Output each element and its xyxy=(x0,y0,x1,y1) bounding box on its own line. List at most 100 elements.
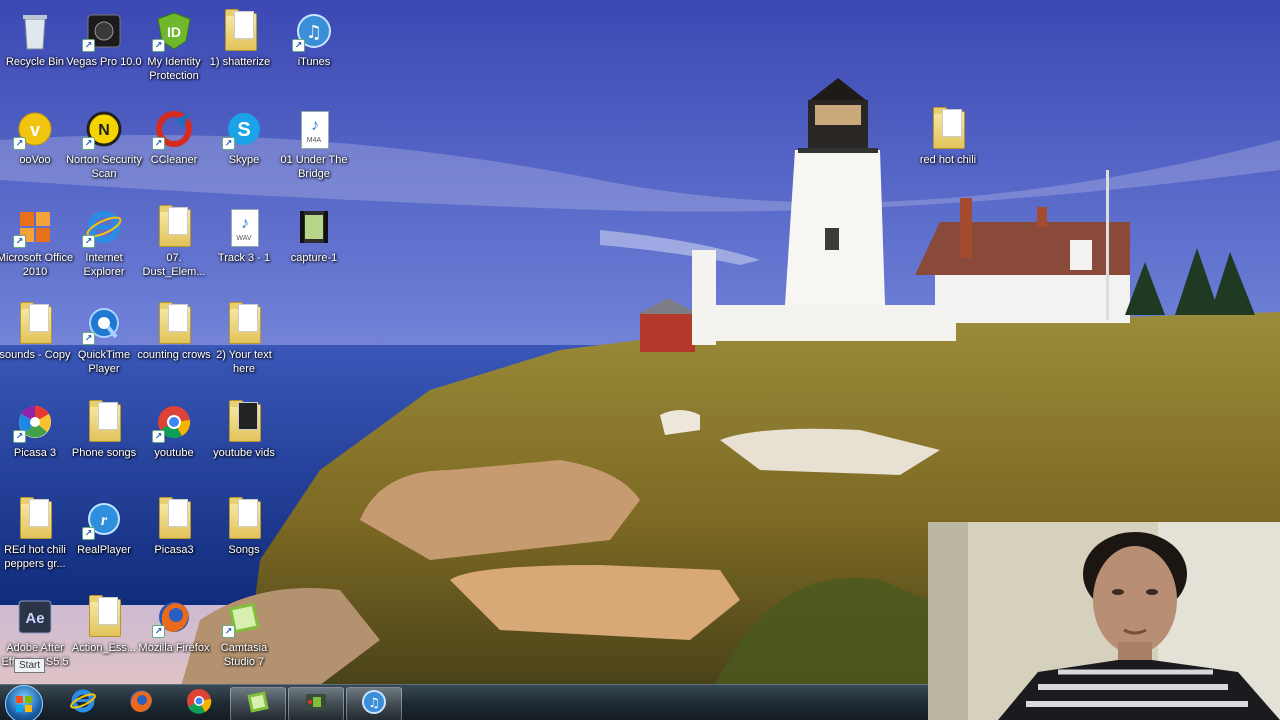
taskbar-itunes-button[interactable]: ♫ xyxy=(346,687,402,720)
desktop-icon-quicktime[interactable]: ↗ QuickTime Player xyxy=(69,298,139,394)
desktop-icon-itunes[interactable]: ♫ ↗ iTunes xyxy=(279,5,349,101)
desktop-icon-label: sounds - Copy xyxy=(0,349,71,361)
desktop-icon-recycle-bin[interactable]: Recycle Bin xyxy=(0,5,70,101)
desktop-icon-red-hot-chili-peppers[interactable]: REd hot chili peppers gr... xyxy=(0,493,70,589)
taskbar-chrome-button[interactable] xyxy=(172,687,226,719)
shortcut-arrow-icon: ↗ xyxy=(152,137,165,150)
desktop-icon-picasa3-app[interactable]: ↗ Picasa 3 xyxy=(0,396,70,492)
desktop-icon-label: Phone songs xyxy=(71,447,137,459)
desktop-icon-label: Songs xyxy=(228,544,260,556)
desktop-icon-label: QuickTime Player xyxy=(77,349,131,375)
desktop-icon-dust-elem[interactable]: 07. Dust_Elem... xyxy=(139,201,209,297)
desktop-icon-label: Skype xyxy=(228,154,260,166)
desktop-icon-label: Picasa 3 xyxy=(13,447,57,459)
desktop-icon-youtube[interactable]: ↗ youtube xyxy=(139,396,209,492)
desktop-icon-label: 07. Dust_Elem... xyxy=(142,252,206,278)
desktop-icon-skype[interactable]: S ↗ Skype xyxy=(209,103,279,199)
taskbar: ♫ xyxy=(0,684,928,720)
folder-icon xyxy=(86,400,122,442)
shortcut-arrow-icon: ↗ xyxy=(152,625,165,638)
taskbar-firefox-button[interactable] xyxy=(114,687,168,719)
desktop-icon-vegas-pro[interactable]: ↗ Vegas Pro 10.0 xyxy=(66,5,142,101)
chrome-icon xyxy=(185,687,213,720)
desktop-icon-label: Vegas Pro 10.0 xyxy=(66,56,142,68)
desktop-icon-oovoo[interactable]: v ↗ ooVoo xyxy=(0,103,70,199)
desktop-icon-label: Picasa3 xyxy=(154,544,194,556)
svg-text:v: v xyxy=(30,120,40,140)
taskbar-camtasia-recorder-button[interactable] xyxy=(288,687,344,720)
folder-icon xyxy=(17,497,53,539)
taskbar-ie-button[interactable] xyxy=(56,687,110,719)
desktop-icon-shatterize[interactable]: 1) shatterize xyxy=(205,5,275,101)
desktop-icon-songs[interactable]: Songs xyxy=(209,493,279,589)
desktop-icon-youtube-vids[interactable]: youtube vids xyxy=(209,396,279,492)
after-effects-icon: Ae xyxy=(17,597,53,637)
taskbar-camtasia-button[interactable] xyxy=(230,687,286,720)
svg-text:♫: ♫ xyxy=(306,22,322,43)
shortcut-arrow-icon: ↗ xyxy=(13,137,26,150)
desktop-icon-label: RealPlayer xyxy=(77,544,131,556)
svg-text:r: r xyxy=(101,512,108,529)
desktop-icon-label: CCleaner xyxy=(150,154,198,166)
shortcut-arrow-icon: ↗ xyxy=(82,527,95,540)
desktop-icon-capture1[interactable]: capture-1 xyxy=(279,201,349,297)
camtasia-icon xyxy=(244,688,272,720)
shortcut-arrow-icon: ↗ xyxy=(292,39,305,52)
desktop-icon-under-the-bridge[interactable]: ♪ M4A 01 Under The Bridge xyxy=(279,103,349,199)
desktop-icon-label: REd hot chili peppers gr... xyxy=(4,544,66,570)
windows-start-orb-icon[interactable] xyxy=(5,685,43,720)
desktop-icon-track3[interactable]: ♪ WAV Track 3 - 1 xyxy=(209,201,279,297)
desktop-icon-label: 01 Under The Bridge xyxy=(280,154,348,180)
shortcut-arrow-icon: ↗ xyxy=(82,137,95,150)
firefox-icon xyxy=(127,687,155,720)
shortcut-arrow-icon: ↗ xyxy=(222,137,235,150)
shortcut-arrow-icon: ↗ xyxy=(152,430,165,443)
desktop-icon-label: youtube vids xyxy=(213,447,275,459)
itunes-icon: ♫ xyxy=(360,688,388,720)
shortcut-arrow-icon: ↗ xyxy=(82,332,95,345)
desktop-icon-label: Internet Explorer xyxy=(83,252,125,278)
shortcut-arrow-icon: ↗ xyxy=(152,39,165,52)
folder-icon xyxy=(156,302,192,344)
desktop-icon-counting-crows[interactable]: counting crows xyxy=(137,298,211,394)
desktop-icon-internet-explorer[interactable]: ↗ Internet Explorer xyxy=(69,201,139,297)
desktop-icon-firefox[interactable]: ↗ Mozilla Firefox xyxy=(139,591,209,687)
desktop[interactable]: Recycle Bin ↗ Vegas Pro 10.0 ID ↗ My Ide… xyxy=(0,0,1280,720)
desktop-icon-red-hot-chili[interactable]: red hot chili xyxy=(913,103,983,199)
desktop-icon-label: Recycle Bin xyxy=(5,56,65,68)
desktop-icon-label: red hot chili xyxy=(919,154,977,166)
desktop-icon-label: Mozilla Firefox xyxy=(138,642,210,654)
desktop-icon-label: 2) Your text here xyxy=(216,349,272,375)
desktop-icon-camtasia[interactable]: ↗ Camtasia Studio 7 xyxy=(209,591,279,687)
desktop-icon-label: Microsoft Office 2010 xyxy=(0,252,74,278)
desktop-icon-my-identity-protection[interactable]: ID ↗ My Identity Protection xyxy=(139,5,209,101)
svg-text:♫: ♫ xyxy=(368,696,380,711)
shortcut-arrow-icon: ↗ xyxy=(82,235,95,248)
video-file-icon xyxy=(296,207,332,247)
desktop-icon-phone-songs[interactable]: Phone songs xyxy=(69,396,139,492)
desktop-icon-ccleaner[interactable]: ↗ CCleaner xyxy=(139,103,209,199)
desktop-icon-your-text-here[interactable]: 2) Your text here xyxy=(209,298,279,394)
recycle-bin-icon xyxy=(17,11,53,51)
desktop-icon-sounds-copy[interactable]: sounds - Copy xyxy=(0,298,70,394)
desktop-icon-label: Camtasia Studio 7 xyxy=(220,642,268,668)
desktop-icon-label: Track 3 - 1 xyxy=(217,252,271,264)
desktop-icon-action-ess[interactable]: Action_Ess... xyxy=(69,591,139,687)
desktop-icon-label: 1) shatterize xyxy=(209,56,271,68)
desktop-icon-ms-office[interactable]: ↗ Microsoft Office 2010 xyxy=(0,201,73,297)
wav-file-icon: ♪ WAV xyxy=(226,207,262,247)
shortcut-arrow-icon: ↗ xyxy=(13,235,26,248)
desktop-icon-norton[interactable]: N ↗ Norton Security Scan xyxy=(66,103,142,199)
folder-icon xyxy=(156,205,192,247)
folder-icon xyxy=(17,302,53,344)
folder-icon xyxy=(930,107,966,149)
desktop-icon-label: youtube xyxy=(154,447,194,459)
folder-icon xyxy=(222,9,258,51)
start-tooltip: Start xyxy=(14,658,46,673)
desktop-icon-picasa3-folder[interactable]: Picasa3 xyxy=(139,493,209,589)
camtasia-recorder-icon xyxy=(302,688,330,720)
desktop-icon-realplayer[interactable]: r ↗ RealPlayer xyxy=(69,493,139,589)
desktop-icon-label: counting crows xyxy=(137,349,211,361)
svg-text:S: S xyxy=(237,119,250,141)
folder-icon xyxy=(156,497,192,539)
